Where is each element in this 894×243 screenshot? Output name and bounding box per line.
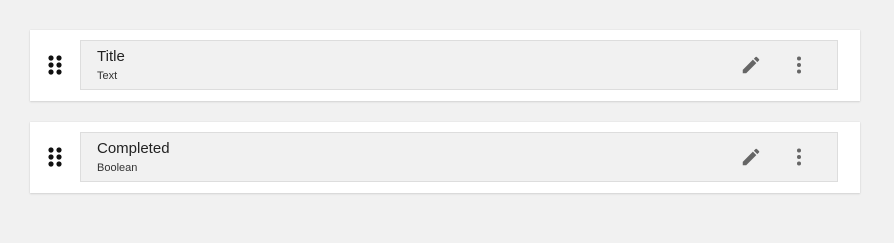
more-vertical-icon[interactable] [793, 54, 805, 76]
field-body: Title Text [80, 40, 838, 90]
pencil-icon[interactable] [740, 146, 762, 168]
drag-handle-icon[interactable] [47, 54, 63, 76]
more-vertical-icon[interactable] [793, 146, 805, 168]
field-name: Title [97, 48, 125, 65]
field-card: Title Text [30, 30, 860, 101]
field-type: Boolean [97, 162, 138, 174]
drag-handle-icon[interactable] [47, 146, 63, 168]
field-body: Completed Boolean [80, 132, 838, 182]
field-type: Text [97, 70, 118, 82]
field-card: Completed Boolean [30, 122, 860, 193]
pencil-icon[interactable] [740, 54, 762, 76]
field-name: Completed [97, 140, 170, 157]
